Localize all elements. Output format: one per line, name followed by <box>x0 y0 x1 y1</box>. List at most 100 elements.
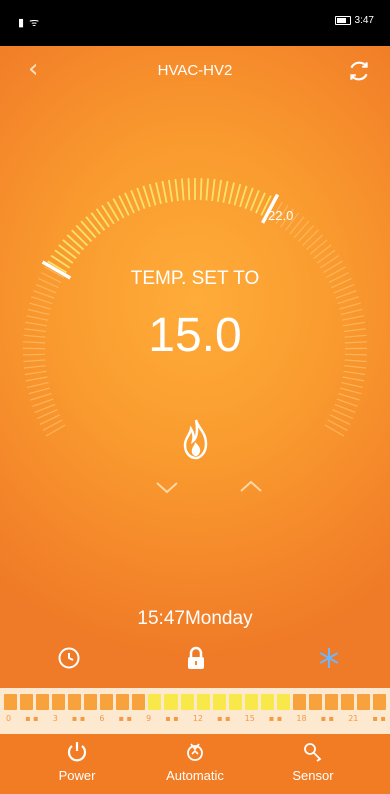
sensor-button[interactable]: Sensor <box>258 740 368 792</box>
dial-tick <box>335 290 357 299</box>
timeline-block[interactable] <box>357 694 371 710</box>
refresh-icon[interactable] <box>346 58 372 84</box>
timeline-block[interactable] <box>148 694 162 710</box>
timeline-tick-label: 6 <box>99 714 105 723</box>
timeline-block[interactable] <box>36 694 50 710</box>
dial-tick <box>32 398 54 407</box>
dial-tick <box>313 244 332 259</box>
timeline-block[interactable] <box>116 694 130 710</box>
clock-icon[interactable] <box>56 645 82 671</box>
timeline-tick-dots: ▪ ▪ <box>372 714 386 723</box>
schedule-timeline[interactable]: 0 ▪ ▪ 3 ▪ ▪ 6 ▪ ▪ 9 ▪ ▪ 12 ▪ ▪ 15 ▪ ▪ 18 ▪ ▪ 21 ▪ ▪ <box>0 688 390 734</box>
timeline-block[interactable] <box>180 694 194 710</box>
timeline-tick-dots: ▪ ▪ <box>217 714 231 723</box>
flame-icon <box>183 419 208 460</box>
dial-tick <box>293 220 310 238</box>
dial-tick <box>205 178 209 201</box>
dial-tick <box>66 234 85 251</box>
dial-tick <box>54 249 74 264</box>
snowflake-icon[interactable] <box>316 645 342 671</box>
timeline-block[interactable] <box>244 694 258 710</box>
timeline-block[interactable] <box>340 694 355 710</box>
chevron-up-icon[interactable] <box>238 478 264 496</box>
dial-tick <box>174 178 179 202</box>
dial-tick <box>30 393 52 401</box>
timeline-block[interactable] <box>292 694 306 710</box>
bottom-nav: Power Automatic Sensor <box>0 734 390 794</box>
timeline-block[interactable] <box>164 694 178 710</box>
dial-tick <box>23 365 46 369</box>
dial-tick <box>343 370 366 376</box>
dial-tick <box>34 403 56 413</box>
dial-tick <box>75 224 93 243</box>
dial-tick <box>298 225 315 242</box>
current-time-day: 15:47Monday <box>137 608 253 629</box>
timeline-tick-dots: ▪ ▪ <box>268 714 283 723</box>
status-right: 3:47 <box>334 15 374 26</box>
power-button[interactable]: Power <box>22 740 132 792</box>
automatic-label: Automatic <box>166 768 224 783</box>
dial-max-label: 22.0 <box>268 208 294 223</box>
timeline-block[interactable] <box>308 694 322 710</box>
temp-set-label: TEMP. SET TO <box>130 268 260 289</box>
dial-tick <box>136 187 146 210</box>
timeline-block[interactable] <box>276 694 290 710</box>
timeline-block[interactable] <box>373 694 387 710</box>
dial-tick <box>28 387 51 395</box>
dial-tick <box>302 229 319 246</box>
automatic-button[interactable]: Automatic <box>140 740 250 792</box>
dial-tick <box>24 370 47 376</box>
chevron-down-icon[interactable] <box>154 478 180 496</box>
dial-tick <box>244 187 254 210</box>
dial-tick <box>62 239 81 255</box>
dial-tick <box>337 296 359 305</box>
dial-tick <box>199 178 203 201</box>
dial-tick <box>161 180 168 203</box>
status-time: 3:47 <box>354 15 374 26</box>
status-signal: ▮ ᯤ <box>18 17 41 29</box>
timeline-block[interactable] <box>260 694 274 710</box>
dial-tick <box>309 239 328 255</box>
dial-tick <box>181 178 185 201</box>
timeline-block[interactable] <box>132 694 146 710</box>
dial-tick <box>306 234 324 251</box>
timeline-tick-dots: ▪ ▪ <box>165 714 179 723</box>
dial-tick <box>80 220 97 239</box>
timeline-tick-label: 3 <box>52 714 58 723</box>
power-label: Power <box>58 768 96 783</box>
timeline-block[interactable] <box>196 694 210 710</box>
dial-tick <box>222 180 229 203</box>
dial-tick <box>334 403 356 413</box>
timeline-block[interactable] <box>20 694 34 710</box>
battery-icon <box>334 16 351 25</box>
dial-tick <box>341 382 364 388</box>
timeline-block[interactable] <box>52 694 66 710</box>
dial-tick <box>85 216 101 235</box>
timeline-block[interactable] <box>100 694 114 710</box>
timeline-tick-label: 21 <box>348 714 359 723</box>
automatic-icon <box>187 743 203 761</box>
dial-tick <box>31 296 53 305</box>
dial-tick <box>155 182 162 205</box>
timeline-tick-label: 12 <box>192 714 203 723</box>
dial-tick <box>187 178 191 201</box>
timeline-block[interactable] <box>84 694 98 710</box>
dial-tick <box>71 229 89 247</box>
sensor-label: Sensor <box>292 768 334 783</box>
timeline-tick-label: 0 <box>6 714 12 723</box>
dial-tick <box>233 183 242 206</box>
timeline-block[interactable] <box>4 694 18 710</box>
dial-tick <box>58 244 77 260</box>
lock-icon[interactable] <box>183 645 209 671</box>
timeline-block[interactable] <box>324 694 338 710</box>
dial-tick <box>338 393 360 401</box>
status-icons-row <box>0 645 390 679</box>
dial-tick <box>90 212 106 231</box>
timeline-block[interactable] <box>212 694 226 710</box>
timeline-tick-dots: ▪ ▪ <box>25 714 39 723</box>
dial-tick <box>142 185 151 208</box>
timeline-block[interactable] <box>228 694 242 710</box>
dial-tick <box>344 365 367 369</box>
dial-tick <box>316 249 336 264</box>
timeline-block[interactable] <box>68 694 82 710</box>
